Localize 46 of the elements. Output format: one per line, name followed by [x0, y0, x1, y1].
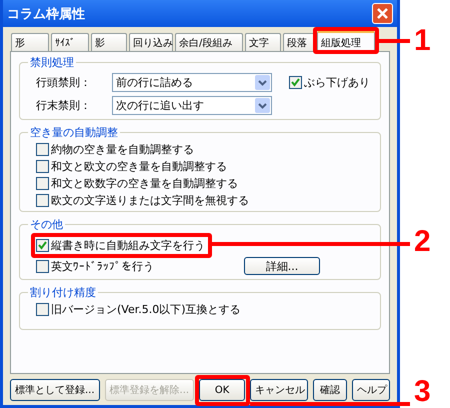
checkbox[interactable]	[36, 303, 49, 316]
checkbox-label: 和文と欧文の空き量を自動調整する	[51, 159, 227, 174]
checkbox-label: 欧文の文字送りまたは文字間を無視する	[51, 193, 249, 208]
checkbox-label: 縦書き時に自動組み文字を行う	[51, 238, 205, 253]
checkbox[interactable]	[36, 194, 49, 207]
highlight-frame	[313, 27, 379, 54]
tab[interactable]: 余白/段組み	[175, 33, 243, 51]
details-button[interactable]: 詳細...	[244, 257, 320, 275]
group-title: 割り付け精度	[29, 286, 97, 299]
checkbox[interactable]	[289, 76, 302, 89]
close-button[interactable]	[372, 3, 393, 24]
tab[interactable]: 文字	[245, 33, 281, 51]
checkbox-label: ぶら下げあり	[304, 75, 370, 90]
checkbox[interactable]	[36, 143, 49, 156]
dropdown[interactable]: 前の行に詰める	[112, 73, 272, 92]
tab[interactable]: 影	[91, 33, 127, 51]
field-label: 行頭禁則：	[36, 75, 92, 90]
highlight-frame	[195, 375, 250, 406]
dialog-button[interactable]: キャンセル	[250, 379, 308, 401]
checkbox[interactable]	[36, 160, 49, 173]
dropdown[interactable]: 次の行に追い出す	[112, 96, 272, 115]
checkbox-label: 旧バージョン(Ver.5.0以下)互換とする	[51, 302, 241, 317]
checkbox-label: 約物の空き量を自動調整する	[51, 142, 194, 157]
dialog-button[interactable]: ヘルプ	[352, 379, 390, 401]
checkbox[interactable]	[36, 177, 49, 190]
checkbox-label: 英文ﾜｰﾄﾞﾗｯﾌﾟを行う	[51, 259, 154, 274]
callout-number: 2	[414, 225, 431, 259]
close-icon	[376, 7, 389, 20]
dialog-button[interactable]: 確認	[313, 379, 348, 401]
field-label: 行末禁則：	[36, 98, 92, 113]
tab[interactable]: 形	[11, 33, 49, 51]
checkbox-label: 和文と欧数字の空き量を自動調整する	[51, 176, 238, 191]
window-title: コラム枠属性	[7, 6, 85, 22]
group-title: その他	[29, 218, 64, 231]
tab[interactable]: ｻｲｽﾞ	[51, 33, 89, 51]
dialog-button[interactable]: 標準として登録...	[10, 379, 100, 401]
tab[interactable]: 段落	[283, 33, 315, 51]
checkbox[interactable]	[36, 260, 49, 273]
group-title: 禁則処理	[29, 56, 75, 69]
checkbox[interactable]	[36, 239, 49, 252]
tab[interactable]: 回り込み	[129, 33, 173, 51]
dialog-button[interactable]: OK	[199, 379, 246, 401]
callout-number: 1	[414, 24, 431, 58]
tab[interactable]: 組版処理	[317, 31, 375, 52]
callout-number: 3	[414, 375, 431, 408]
group-title: 空き量の自動調整	[29, 126, 119, 139]
